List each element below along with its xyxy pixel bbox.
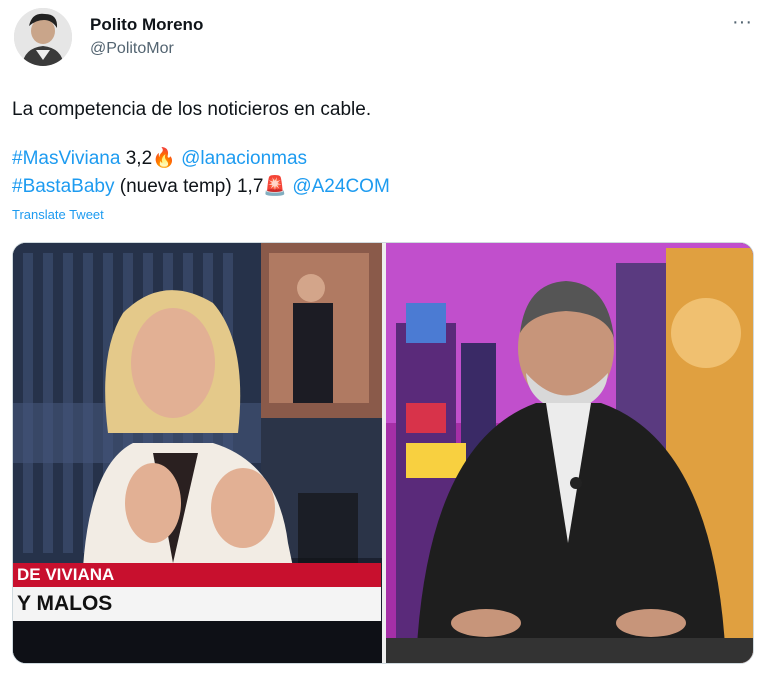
rating-value-1: 3,2 xyxy=(125,148,153,169)
translate-tweet-link[interactable]: Translate Tweet xyxy=(12,207,104,222)
fire-emoji-icon: 🔥 xyxy=(152,148,176,169)
hashtag-masviviana[interactable]: #MasViviana xyxy=(12,148,120,169)
studio-scene-right-image xyxy=(386,243,753,663)
ticker-white-bar: Y MALOS xyxy=(13,587,381,621)
tweet-line-1: #MasViviana 3,2🔥 @lanacionmas xyxy=(12,146,307,170)
media-right-image[interactable] xyxy=(386,243,753,663)
hashtag-bastababy[interactable]: #BastaBaby xyxy=(12,176,114,197)
author-avatar[interactable] xyxy=(14,8,72,66)
tweet-media[interactable]: DE VIVIANA Y MALOS xyxy=(12,242,754,664)
author-display-name[interactable]: Polito Moreno xyxy=(90,15,203,35)
ticker-red-bar: DE VIVIANA xyxy=(13,563,381,587)
mention-a24com[interactable]: @A24COM xyxy=(292,176,389,197)
siren-emoji-icon: 🚨 xyxy=(263,176,288,197)
tweet-text: La competencia de los noticieros en cabl… xyxy=(12,99,372,120)
ticker-red-text: DE VIVIANA xyxy=(17,565,115,584)
rating-text-2: (nueva temp) 1,7 xyxy=(119,176,264,197)
ticker-white-text: Y MALOS xyxy=(17,592,113,615)
mention-lanacionmas[interactable]: @lanacionmas xyxy=(181,148,307,169)
tweet-line-2: #BastaBaby (nueva temp) 1,7🚨 @A24COM xyxy=(12,174,390,198)
more-options-icon[interactable]: ··· xyxy=(728,12,756,40)
author-handle[interactable]: @PolitoMor xyxy=(90,40,174,58)
media-left-image[interactable]: DE VIVIANA Y MALOS xyxy=(13,243,382,663)
